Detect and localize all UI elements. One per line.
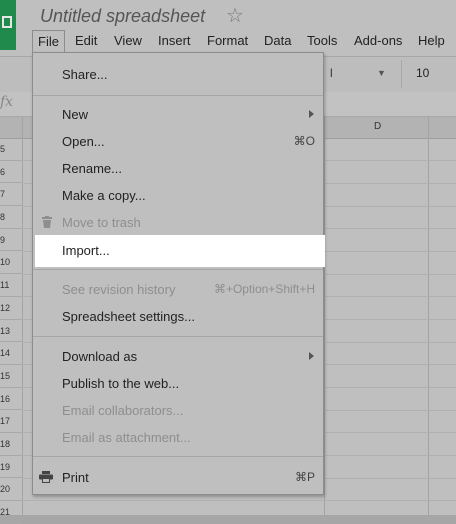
row-number[interactable]: 17 [0, 410, 22, 433]
font-family-select[interactable]: l [330, 66, 333, 80]
toolbar-divider [401, 60, 402, 88]
fx-icon: fx [0, 94, 14, 110]
menu-item-label: Share... [62, 67, 108, 82]
column-header-d[interactable]: D [374, 121, 381, 132]
menu-item-label: Rename... [62, 161, 122, 176]
menu-item-new[interactable]: New [33, 101, 323, 127]
grid-line [22, 500, 456, 501]
menu-tools[interactable]: Tools [307, 33, 337, 48]
menu-divider [33, 269, 323, 270]
menu-divider [33, 95, 323, 96]
menu-item-spreadsheet-settings[interactable]: Spreadsheet settings... [33, 303, 323, 329]
menu-item-rename[interactable]: Rename... [33, 155, 323, 181]
spreadsheet-app: Untitled spreadsheet ☆ File Edit View In… [0, 0, 456, 524]
menu-item-label: Email as attachment... [62, 430, 191, 445]
row-number[interactable]: 9 [0, 229, 22, 252]
document-title[interactable]: Untitled spreadsheet [40, 6, 205, 27]
menu-item-label: Publish to the web... [62, 376, 180, 391]
menu-item-move-to-trash: Move to trash [33, 209, 323, 235]
menu-item-import[interactable]: Import... [35, 235, 325, 267]
menu-item-label: Email collaborators... [62, 403, 184, 418]
row-number[interactable]: 10 [0, 251, 22, 275]
menu-divider [33, 456, 323, 457]
menu-item-share[interactable]: Share... [33, 61, 323, 87]
row-number[interactable]: 21 [0, 501, 22, 524]
menu-item-make-copy[interactable]: Make a copy... [33, 182, 323, 208]
menu-format[interactable]: Format [207, 33, 248, 48]
row-number[interactable]: 7 [0, 183, 22, 207]
submenu-arrow-icon [309, 110, 314, 118]
menu-bar: File Edit View Insert Format Data Tools … [0, 30, 456, 52]
sheets-icon [2, 16, 12, 28]
row-number[interactable]: 19 [0, 456, 22, 479]
chevron-down-icon[interactable]: ▼ [377, 68, 386, 78]
shortcut-label: ⌘O [293, 134, 315, 148]
menu-item-label: Spreadsheet settings... [62, 309, 195, 324]
file-menu: Share... New Open... ⌘O Rename... Make a … [32, 52, 325, 495]
row-number[interactable]: 18 [0, 433, 22, 456]
menu-item-label: New [62, 107, 89, 122]
menu-item-label: See revision history [62, 282, 176, 297]
row-number[interactable]: 20 [0, 478, 22, 501]
row-numbers: 5 6 7 8 9 10 11 12 13 14 15 16 17 18 19 … [0, 138, 22, 524]
menu-item-email-collaborators: Email collaborators... [33, 397, 323, 423]
row-number[interactable]: 11 [0, 274, 22, 297]
menu-item-email-attachment: Email as attachment... [33, 424, 323, 450]
row-number[interactable]: 12 [0, 297, 22, 320]
menu-item-label: Move to trash [62, 215, 141, 230]
menu-file[interactable]: File [32, 30, 65, 52]
submenu-arrow-icon [309, 352, 314, 360]
menu-addons[interactable]: Add-ons [354, 33, 402, 48]
menu-edit[interactable]: Edit [75, 33, 97, 48]
shortcut-label: ⌘P [294, 470, 315, 484]
menu-item-label: Open... [62, 134, 105, 149]
menu-item-download-as[interactable]: Download as [33, 343, 323, 369]
menu-item-revision-history: See revision history ⌘+Option+Shift+H [33, 276, 323, 302]
menu-item-open[interactable]: Open... ⌘O [33, 128, 323, 154]
row-number[interactable]: 16 [0, 388, 22, 411]
row-number[interactable]: 6 [0, 161, 22, 184]
row-number[interactable]: 8 [0, 206, 22, 229]
menu-view[interactable]: View [114, 33, 142, 48]
row-number[interactable]: 13 [0, 320, 22, 343]
menu-item-label: Make a copy... [62, 188, 146, 203]
row-number[interactable]: 14 [0, 342, 22, 365]
row-number[interactable]: 15 [0, 365, 22, 388]
menu-data[interactable]: Data [264, 33, 291, 48]
menu-help[interactable]: Help [418, 33, 445, 48]
font-size-select[interactable]: 10 [416, 66, 429, 80]
menu-item-publish[interactable]: Publish to the web... [33, 370, 323, 396]
menu-insert[interactable]: Insert [158, 33, 191, 48]
shortcut-label: ⌘+Option+Shift+H [213, 282, 315, 296]
trash-icon [42, 216, 52, 228]
menu-item-print[interactable]: Print ⌘P [33, 464, 323, 490]
row-number[interactable]: 5 [0, 138, 22, 161]
menu-item-label: Download as [62, 349, 138, 364]
menu-divider [33, 336, 323, 337]
star-icon[interactable]: ☆ [226, 3, 244, 28]
menu-item-label: Import... [62, 243, 110, 258]
printer-icon [39, 471, 53, 483]
menu-item-label: Print [62, 470, 89, 485]
